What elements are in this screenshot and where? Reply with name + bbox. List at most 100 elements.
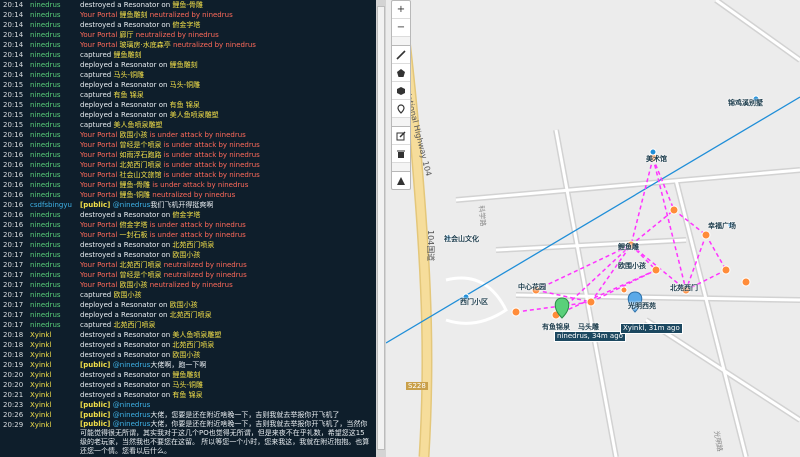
portal-link[interactable]: 北苑西门喷泉 xyxy=(120,161,162,169)
portal-link[interactable]: 如雨浮石跑路 xyxy=(120,151,162,159)
comm-player[interactable]: ninedrus xyxy=(30,300,61,310)
comm-player[interactable]: ninedrus xyxy=(30,240,61,250)
comm-player[interactable]: ninedrus xyxy=(30,290,61,300)
portal-link[interactable]: 鲤鱼雕刻 xyxy=(170,61,198,69)
comm-player[interactable]: ninedrus xyxy=(30,60,61,70)
portal-link[interactable]: 鲤鱼雕刻 xyxy=(172,371,200,379)
comm-player[interactable]: ninedrus xyxy=(30,0,61,10)
comm-player[interactable]: ninedrus xyxy=(30,20,61,30)
place-label[interactable]: 欧围小孩 xyxy=(616,262,648,271)
delete-icon[interactable] xyxy=(392,145,410,163)
portal-link[interactable]: 欧围小孩 xyxy=(172,251,200,259)
portal-link[interactable]: 北苑西门喷泉 xyxy=(172,341,214,349)
mention[interactable]: @ninedrus xyxy=(113,420,151,428)
comm-panel[interactable]: 20:14 ninedrus destroyed a Resonator on 鲤鱼… xyxy=(0,0,376,457)
comm-player[interactable]: ninedrus xyxy=(30,320,61,330)
comm-player[interactable]: ninedrus xyxy=(30,40,61,50)
comm-player[interactable]: ninedrus xyxy=(30,210,61,220)
place-label[interactable]: 幸福广场 xyxy=(706,222,738,231)
portal-link[interactable]: 欧围小孩 xyxy=(120,131,148,139)
comm-player[interactable]: ninedrus xyxy=(30,80,61,90)
portal-link[interactable]: 北苑西门喷泉 xyxy=(170,311,212,319)
comm-player[interactable]: Xyinkl xyxy=(30,400,51,410)
marker-icon[interactable] xyxy=(392,100,410,118)
comm-player[interactable]: ninedrus xyxy=(30,180,61,190)
polyline-icon[interactable] xyxy=(392,46,410,64)
comm-player[interactable]: Xyinkl xyxy=(30,330,51,340)
comm-player[interactable]: ninedrus xyxy=(30,50,61,60)
portal-link[interactable]: 俯金字塔 xyxy=(172,21,200,29)
portal-link[interactable]: 鲤鱼-骨雕 xyxy=(172,1,203,9)
portal-link[interactable]: 曾经是个喷泉 xyxy=(120,141,162,149)
mention[interactable]: @ninedrus xyxy=(113,411,151,419)
portal-link[interactable]: 鲤鱼-骨雕 xyxy=(120,181,151,189)
comm-player[interactable]: Xyinkl xyxy=(30,380,51,390)
mention[interactable]: @ninedrus xyxy=(113,201,151,209)
comm-player[interactable]: Xyinkl xyxy=(30,410,51,420)
comm-player[interactable]: ninedrus xyxy=(30,30,61,40)
comm-player[interactable]: ninedrus xyxy=(30,230,61,240)
comm-player[interactable]: ninedrus xyxy=(30,70,61,80)
portal-link[interactable]: 有鱼 锦泉 xyxy=(113,91,143,99)
portal-link[interactable]: 美人鱼喷泉雕塑 xyxy=(113,121,162,129)
portal-link[interactable]: 廊厅 xyxy=(120,31,134,39)
portal-link[interactable]: 北苑西门喷泉 xyxy=(172,241,214,249)
portal-link[interactable]: 美人鱼喷泉雕塑 xyxy=(170,111,219,119)
comm-player[interactable]: ninedrus xyxy=(30,220,61,230)
comm-player[interactable]: ninedrus xyxy=(30,10,61,20)
portal-link[interactable]: 玻璃房·水底森亭 xyxy=(120,41,171,49)
portal-link[interactable]: 马头-铜雕 xyxy=(113,71,144,79)
comm-player[interactable]: ninedrus xyxy=(30,270,61,280)
place-label[interactable]: 社会山文化 xyxy=(442,235,481,244)
mention[interactable]: @ninedrus xyxy=(113,361,151,369)
circle-icon[interactable] xyxy=(392,82,410,100)
comm-player[interactable]: ninedrus xyxy=(30,140,61,150)
comm-player[interactable]: ninedrus xyxy=(30,150,61,160)
comm-player[interactable]: ninedrus xyxy=(30,160,61,170)
intel-map[interactable]: Tuma National Highway 104 104国道 S228 科学路 光明路… xyxy=(386,0,800,457)
portal-link[interactable]: 美人鱼喷泉雕塑 xyxy=(172,331,221,339)
comm-player[interactable]: Xyinkl xyxy=(30,390,51,400)
edit-icon[interactable] xyxy=(392,127,410,145)
comm-player[interactable]: ninedrus xyxy=(30,120,61,130)
place-label[interactable]: 美术馆 xyxy=(644,155,669,164)
comm-player[interactable]: Xyinkl xyxy=(30,350,51,360)
polygon-icon[interactable] xyxy=(392,64,410,82)
comm-player[interactable]: csdfsbingyu xyxy=(30,200,72,210)
portal-link[interactable]: 社会山文旅馆 xyxy=(120,171,162,179)
portal-link[interactable]: 鲤鱼雕刻 xyxy=(113,51,141,59)
portal-link[interactable]: 马头-铜雕 xyxy=(172,381,203,389)
comm-player[interactable]: ninedrus xyxy=(30,90,61,100)
portal-link[interactable]: 俯金字塔 xyxy=(120,221,148,229)
portal-link[interactable]: 北苑西门喷泉 xyxy=(113,321,155,329)
comm-player[interactable]: ninedrus xyxy=(30,190,61,200)
comm-player[interactable]: ninedrus xyxy=(30,170,61,180)
place-label[interactable]: 中心花园 xyxy=(516,283,548,292)
portal-link[interactable]: 俯金字塔 xyxy=(172,211,200,219)
portal-link[interactable]: 有鱼 锦泉 xyxy=(172,391,202,399)
place-label[interactable]: 光明西苑 xyxy=(626,302,658,311)
place-label[interactable]: 锦鸡溪别墅 xyxy=(726,99,765,108)
portal-link[interactable]: 鲤鱼雕刻 xyxy=(120,11,148,19)
comm-scrollbar-thumb[interactable] xyxy=(377,6,385,450)
portal-link[interactable]: 鲤鱼-铜雕 xyxy=(120,191,151,199)
portal-link[interactable]: 马头-铜雕 xyxy=(170,81,201,89)
comm-player[interactable]: Xyinkl xyxy=(30,420,51,430)
comm-player[interactable]: ninedrus xyxy=(30,310,61,320)
portal-link[interactable]: 欧围小孩 xyxy=(170,301,198,309)
comm-player[interactable]: Xyinkl xyxy=(30,340,51,350)
mention[interactable]: @ninedrus xyxy=(113,401,151,409)
comm-scrollbar[interactable] xyxy=(376,0,386,457)
portal-link[interactable]: 曾经是个喷泉 xyxy=(120,271,162,279)
place-label[interactable]: 鲤鱼雕 xyxy=(616,243,641,252)
portal-link[interactable]: 欧围小孩 xyxy=(172,351,200,359)
comm-player[interactable]: Xyinkl xyxy=(30,360,51,370)
zoom-in-button[interactable]: + xyxy=(392,1,410,19)
zoom-out-button[interactable]: − xyxy=(392,19,410,37)
portal-link[interactable]: 北苑西门喷泉 xyxy=(120,261,162,269)
comm-player[interactable]: ninedrus xyxy=(30,130,61,140)
comm-player[interactable]: ninedrus xyxy=(30,100,61,110)
portal-link[interactable]: 一封石板 xyxy=(120,231,148,239)
agent-label[interactable]: Xyinkl, 31m ago xyxy=(620,323,683,334)
portal-link[interactable]: 欧围小孩 xyxy=(113,291,141,299)
